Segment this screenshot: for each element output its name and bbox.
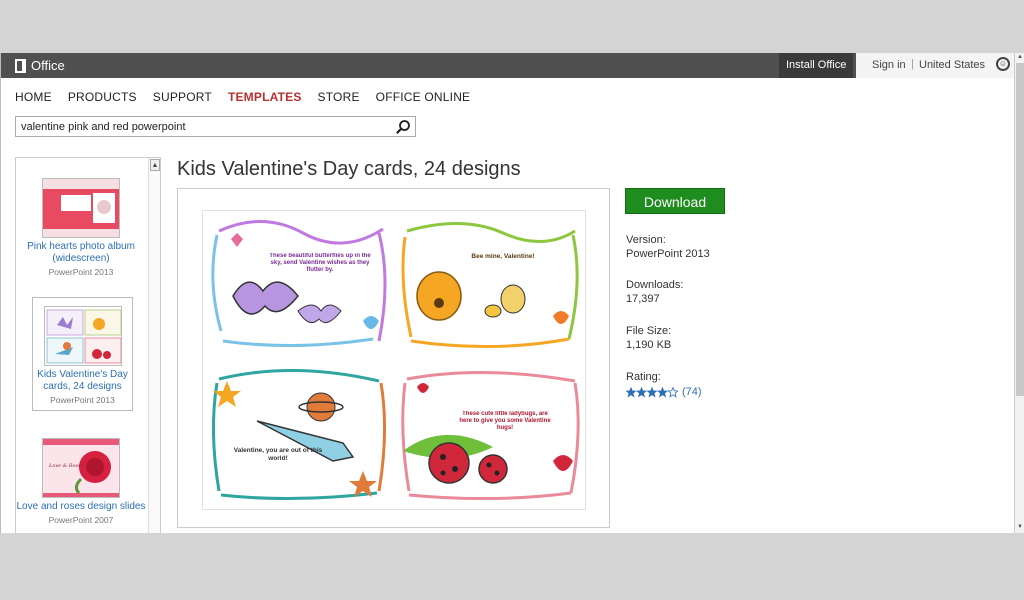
template-name[interactable]: Love and roses design slides	[16, 501, 146, 513]
rating-stars-icon	[626, 386, 678, 398]
template-thumbnail[interactable]	[42, 178, 120, 238]
card-text: Valentine, you are out of this world!	[233, 447, 323, 462]
office-logo[interactable]: Office	[15, 57, 65, 74]
scroll-up-arrow-icon[interactable]: ▲	[1016, 54, 1024, 62]
template-name[interactable]: Kids Valentine's Day cards, 24 designs	[33, 369, 132, 393]
filesize-label: File Size:	[626, 325, 672, 337]
template-name[interactable]: Pink hearts photo album (widescreen)	[16, 241, 146, 265]
template-preview: These beautiful butterflies up in the sk…	[177, 188, 610, 528]
card-bee: Bee mine, Valentine!	[401, 221, 579, 349]
template-version: PowerPoint 2007	[48, 515, 114, 525]
card-rocket: Valentine, you are out of this world!	[211, 368, 387, 501]
list-item[interactable]: Love & Roses Love and roses design slide…	[16, 438, 146, 525]
office-logo-icon	[15, 58, 26, 73]
main-nav: HOME PRODUCTS SUPPORT TEMPLATES STORE OF…	[15, 90, 486, 104]
rating-info: Rating:	[626, 370, 661, 384]
office-logo-text: Office	[31, 58, 65, 73]
rating-label: Rating:	[626, 371, 661, 383]
account-bar: Sign in | United States ☺	[856, 53, 1016, 78]
search-input[interactable]	[16, 117, 386, 136]
rating-row[interactable]: (74)	[626, 386, 702, 398]
list-item[interactable]: Pink hearts photo album (widescreen) Pow…	[16, 178, 146, 277]
office-top-bar: Office Install Office Sign in | United S…	[1, 53, 1024, 78]
template-version: PowerPoint 2013	[50, 395, 115, 405]
filesize-info: File Size: 1,190 KB	[626, 324, 671, 352]
nav-support[interactable]: SUPPORT	[153, 90, 212, 104]
template-list: Pink hearts photo album (widescreen) Pow…	[15, 157, 161, 533]
scroll-up-arrow-icon[interactable]: ▲	[150, 159, 160, 171]
page-scrollbar[interactable]: ▲ ▼	[1014, 53, 1024, 533]
downloads-label: Downloads:	[626, 279, 684, 291]
card-text: Bee mine, Valentine!	[471, 253, 535, 260]
card-ladybugs: These cute little ladybugs, are here to …	[401, 371, 580, 501]
card-text: These beautiful butterflies up in the sk…	[269, 253, 371, 273]
install-office-button[interactable]: Install Office	[779, 53, 854, 78]
filesize-value: 1,190 KB	[626, 339, 672, 351]
scroll-down-arrow-icon[interactable]: ▼	[1016, 524, 1024, 532]
downloads-info: Downloads: 17,397	[626, 278, 683, 306]
feedback-smiley-icon[interactable]: ☺	[996, 57, 1010, 71]
nav-home[interactable]: HOME	[15, 90, 52, 104]
version-value: PowerPoint 2013	[626, 248, 710, 260]
downloads-value: 17,397	[626, 293, 660, 305]
rating-count[interactable]: (74)	[682, 386, 702, 398]
download-button[interactable]: Download	[625, 188, 725, 214]
separator: |	[911, 58, 914, 70]
version-info: Version: PowerPoint 2013	[626, 233, 710, 261]
version-label: Version:	[626, 234, 666, 246]
country-selector[interactable]: United States	[919, 59, 985, 71]
nav-products[interactable]: PRODUCTS	[68, 90, 137, 104]
sign-in-link[interactable]: Sign in	[872, 59, 906, 71]
template-thumbnail[interactable]: Love & Roses	[42, 438, 120, 498]
preview-image: These beautiful butterflies up in the sk…	[202, 210, 586, 510]
nav-store[interactable]: STORE	[318, 90, 360, 104]
template-version: PowerPoint 2013	[48, 267, 114, 277]
nav-templates[interactable]: TEMPLATES	[228, 90, 302, 104]
svg-text:Love & Roses: Love & Roses	[48, 463, 84, 469]
nav-office-online[interactable]: OFFICE ONLINE	[376, 90, 471, 104]
scrollbar-thumb[interactable]	[1016, 63, 1024, 396]
template-thumbnail[interactable]	[43, 306, 122, 366]
list-item-selected[interactable]: Kids Valentine's Day cards, 24 designs P…	[32, 297, 133, 411]
sidebar-scrollbar[interactable]: ▲	[148, 158, 160, 533]
page-title: Kids Valentine's Day cards, 24 designs	[177, 158, 521, 180]
search-icon[interactable]	[395, 119, 411, 135]
card-butterflies: These beautiful butterflies up in the sk…	[211, 220, 387, 348]
search-box	[15, 116, 416, 137]
browser-viewport: Office Install Office Sign in | United S…	[0, 53, 1024, 533]
card-text: These cute little ladybugs, are here to …	[459, 411, 551, 431]
